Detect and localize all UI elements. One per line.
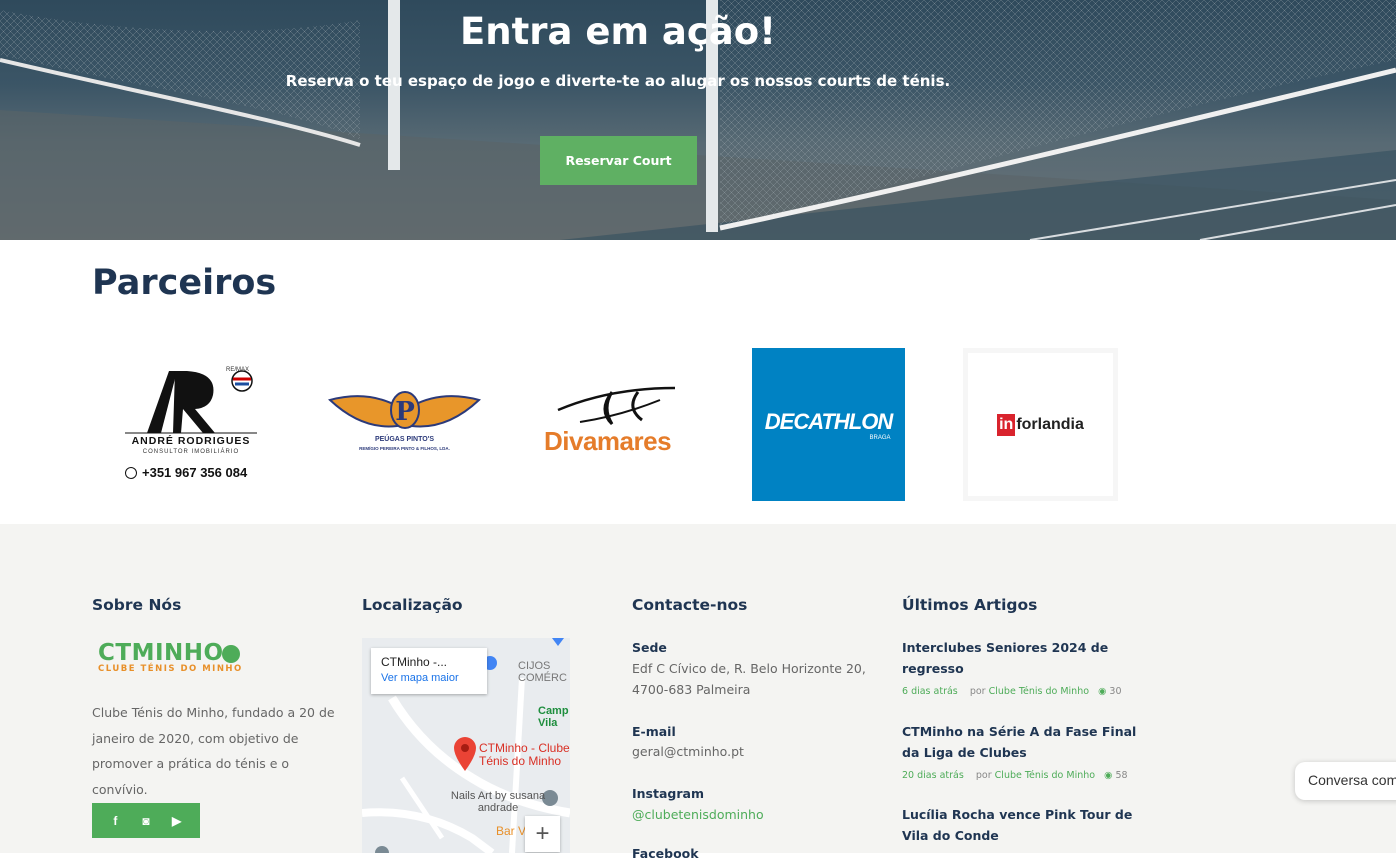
article-by: por [969,686,986,697]
email-label: E-mail [632,724,676,739]
location-title: Localização [362,596,463,614]
article-meta: 20 dias atrás por Clube Ténis do Minho ◉… [902,770,1128,781]
map-pin-label: CTMinho - Clube Ténis do Minho [479,741,570,768]
ctminho-logo-name: CTMINHO [98,640,224,666]
andre-subtitle: CONSULTOR IMOBILIÁRIO [142,449,240,455]
email-value[interactable]: geral@ctminho.pt [632,741,744,762]
article-author[interactable]: Clube Ténis do Minho [989,686,1089,697]
partner-logo-divamares[interactable]: Divamares [540,380,694,466]
article-time: 6 dias atrás [902,686,958,697]
andre-phone: +351 967 356 084 [142,465,248,480]
view-larger-map-link[interactable]: Ver mapa maior [381,672,477,684]
map-label-bar: Bar V [496,824,527,838]
map-card-title: CTMinho -... [381,655,448,669]
about-title: Sobre Nós [92,596,182,614]
inforlandia-prefix: in [997,413,1016,436]
sede-address-line1: Edf C Cívico de, R. Belo Horizonte 20, [632,661,866,676]
hero-banner: Entra em ação! Reserva o teu espaço de j… [0,0,1396,240]
map-label-camp: Camp Vila [538,705,569,729]
about-text: Clube Ténis do Minho, fundado a 20 de ja… [92,705,335,797]
decathlon-name: DECATHLON [764,408,893,434]
instagram-label: Instagram [632,786,704,801]
chat-widget-button[interactable]: Conversa com [1295,762,1396,800]
map-zoom-in-button[interactable]: + [525,816,560,852]
sede-label: Sede [632,640,667,655]
facebook-icon[interactable]: f [103,814,127,828]
whatsapp-icon [125,466,137,479]
hero-title: Entra em ação! [459,10,777,53]
eye-icon: ◉ [1104,770,1113,781]
article-time: 20 dias atrás [902,770,964,781]
instagram-link[interactable]: @clubetenisdominho [632,804,764,825]
peugas-subtitle: REMÍGIO PEREIRA PINTO & FILHOS, LDA. [359,446,450,451]
partner-logo-peugas-pintos[interactable]: P PEÚGAS PINTO'S REMÍGIO PEREIRA PINTO &… [327,388,482,460]
svg-text:P: P [395,397,415,427]
article-title[interactable]: Interclubes Seniores 2024 de regresso [902,638,1152,679]
article-by: por [975,770,992,781]
peugas-name: PEÚGAS PINTO'S [374,436,435,443]
decathlon-sub: BRAGA [869,434,891,441]
peugas-wings-mark: P [328,391,481,429]
reserve-court-button[interactable]: Reservar Court [540,136,697,185]
articles-title: Últimos Artigos [902,596,1038,614]
hero-subtitle: Reserva o teu espaço de jogo e diverte-t… [285,72,951,90]
tennis-ball-icon [221,645,240,663]
youtube-icon[interactable]: ▶ [165,814,189,828]
partners-title: Parceiros [92,263,277,303]
partner-logo-andre-rodrigues[interactable]: RE/MAX ANDRÉ RODRIGUES CONSULTOR IMOBILI… [117,363,269,488]
partner-logo-decathlon[interactable]: DECATHLON BRAGA [752,348,905,501]
map-label-nails: Nails Art by susana andrade [450,790,546,814]
inforlandia-name: forlandia [1016,415,1084,433]
andre-name: ANDRÉ RODRIGUES [131,435,251,447]
partner-logo-inforlandia[interactable]: in forlandia [963,348,1118,501]
remax-label: RE/MAX [225,367,249,373]
article-views: 58 [1115,770,1128,781]
map-label-cijos: CIJOS COMÉRC [518,660,567,684]
divamares-mark [557,386,676,426]
facebook-label: Facebook [632,846,699,861]
ctminho-logo-sub: CLUBE TÉNIS DO MINHO [98,664,243,674]
article-meta: 6 dias atrás por Clube Ténis do Minho ◉ … [902,686,1122,697]
divamares-name: Divamares [544,426,672,456]
location-map[interactable]: CTMinho -... Ver mapa maior CTMinho - Cl… [362,638,570,853]
ctminho-logo[interactable]: CTMINHO CLUBE TÉNIS DO MINHO [98,640,243,674]
instagram-icon[interactable]: ◙ [134,814,158,828]
eye-icon: ◉ [1098,686,1107,697]
map-info-card: CTMinho -... Ver mapa maior [371,648,487,694]
article-title[interactable]: CTMinho na Série A da Fase Final da Liga… [902,722,1152,763]
article-title[interactable]: Lucília Rocha vence Pink Tour de Vila do… [902,805,1152,846]
article-views: 30 [1109,686,1122,697]
contact-title: Contacte-nos [632,596,748,614]
social-links: f ◙ ▶ [92,803,200,838]
article-author[interactable]: Clube Ténis do Minho [995,770,1095,781]
sede-address-line2: 4700-683 Palmeira [632,682,751,697]
